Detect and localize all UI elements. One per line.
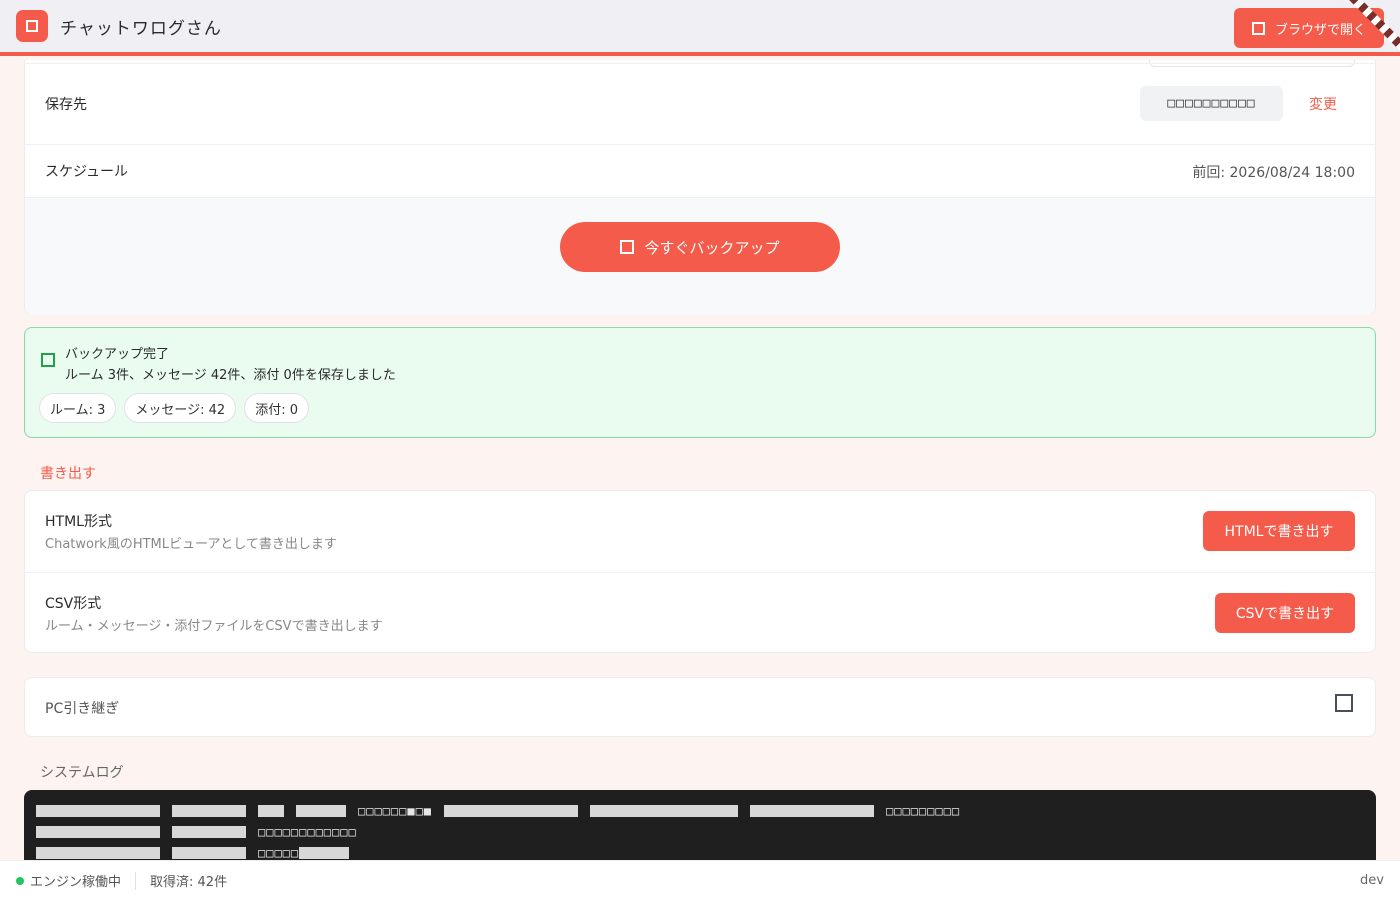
log-message-redacted <box>444 804 579 817</box>
stat-rooms-chip: ルーム: 3 <box>39 393 117 423</box>
save-location-row: 保存先 □□□□□□□□□□ 変更 <box>25 63 1375 144</box>
log-line: □□□□□ <box>36 842 1364 860</box>
export-csv-description: ルーム・メッセージ・添付ファイルをCSVで書き出します <box>45 619 383 634</box>
backup-now-label: 今すぐバックアップ <box>644 238 780 257</box>
result-stats: ルーム: 3 メッセージ: 42 添付: 0 <box>39 393 309 423</box>
log-message-redacted <box>299 846 350 859</box>
schedule-row: スケジュール 前回: 2026/08/24 18:00 <box>25 144 1375 197</box>
export-section-title: 書き出す <box>40 466 96 482</box>
log-timestamp-redacted <box>36 825 160 838</box>
log-timestamp-redacted <box>36 846 160 859</box>
log-level-redacted <box>172 846 246 859</box>
engine-status: エンジン稼働中 <box>30 875 122 890</box>
save-location-label: 保存先 <box>45 97 87 113</box>
app-title: チャットワログさん <box>60 18 222 39</box>
system-log-title: システムログ <box>40 765 124 781</box>
success-icon <box>41 353 55 367</box>
open-in-browser-button[interactable]: ブラウザで開く <box>1234 8 1384 48</box>
log-text: □□□□□□□□□□□□ <box>258 824 357 839</box>
log-message-redacted <box>590 804 739 817</box>
environment-label: dev <box>1360 873 1384 888</box>
export-html-name: HTML形式 <box>45 514 112 530</box>
status-divider <box>135 871 137 890</box>
browser-icon <box>1251 21 1265 35</box>
export-html-button[interactable]: HTMLで書き出す <box>1203 511 1355 551</box>
change-location-link[interactable]: 変更 <box>1309 94 1337 114</box>
log-text: □□□□□ <box>258 845 300 860</box>
title-bar: チャットワログさん ブラウザで開く <box>0 0 1400 56</box>
export-csv-row: CSV形式 ルーム・メッセージ・添付ファイルをCSVで書き出します CSVで書き… <box>25 572 1375 653</box>
backup-now-button[interactable]: 今すぐバックアップ <box>560 222 840 272</box>
export-csv-button[interactable]: CSVで書き出す <box>1215 593 1355 633</box>
log-message-redacted <box>750 804 875 817</box>
app-logo-icon <box>16 10 48 42</box>
log-text: □□□□□□■□■ <box>358 803 433 818</box>
backup-settings-card: 保存先 □□□□□□□□□□ 変更 スケジュール 前回: 2026/08/24 … <box>24 60 1376 315</box>
result-description: ルーム 3件、メッセージ 42件、添付 0件を保存しました <box>65 368 396 383</box>
expand-toggle-icon[interactable] <box>1335 694 1353 712</box>
export-csv-name: CSV形式 <box>45 596 102 612</box>
pc-transfer-label: PC引き継ぎ <box>45 701 120 717</box>
log-line: □□□□□□■□■ □□□□□□□□□ <box>36 800 1364 821</box>
log-level-redacted <box>172 825 246 838</box>
log-tag-redacted <box>258 804 284 817</box>
open-in-browser-label: ブラウザで開く <box>1274 22 1366 38</box>
save-location-path: □□□□□□□□□□ <box>1140 86 1283 121</box>
result-title: バックアップ完了 <box>65 347 170 362</box>
log-source-redacted <box>296 804 346 817</box>
backup-result-panel: バックアップ完了 ルーム 3件、メッセージ 42件、添付 0件を保存しました ル… <box>24 327 1376 438</box>
log-line: □□□□□□□□□□□□ <box>36 821 1364 842</box>
schedule-label: スケジュール <box>45 164 129 180</box>
engine-status-dot <box>16 876 24 885</box>
log-text: □□□□□□□□□ <box>886 803 961 818</box>
status-bar: エンジン稼働中 取得済: 42件 dev <box>0 860 1400 900</box>
log-level-redacted <box>172 804 246 817</box>
backup-icon <box>620 240 635 254</box>
log-timestamp-redacted <box>36 804 160 817</box>
fetched-count: 取得済: 42件 <box>150 875 228 890</box>
backup-action-area: 今すぐバックアップ <box>25 197 1375 315</box>
main-content[interactable]: 保存先 □□□□□□□□□□ 変更 スケジュール 前回: 2026/08/24 … <box>0 60 1400 860</box>
export-card: HTML形式 Chatwork風のHTMLビューアとして書き出します HTMLで… <box>24 490 1376 653</box>
export-html-description: Chatwork風のHTMLビューアとして書き出します <box>45 537 337 552</box>
pc-transfer-card[interactable]: PC引き継ぎ <box>24 677 1376 737</box>
stat-messages-chip: メッセージ: 42 <box>124 393 237 423</box>
last-run-time: 前回: 2026/08/24 18:00 <box>1192 165 1355 181</box>
stat-attachments-chip: 添付: 0 <box>244 393 309 423</box>
export-html-row: HTML形式 Chatwork風のHTMLビューアとして書き出します HTMLで… <box>25 491 1375 572</box>
system-log-console[interactable]: □□□□□□■□■ □□□□□□□□□ □□□□□□□□□□□□ □□□□□ <box>24 790 1376 860</box>
